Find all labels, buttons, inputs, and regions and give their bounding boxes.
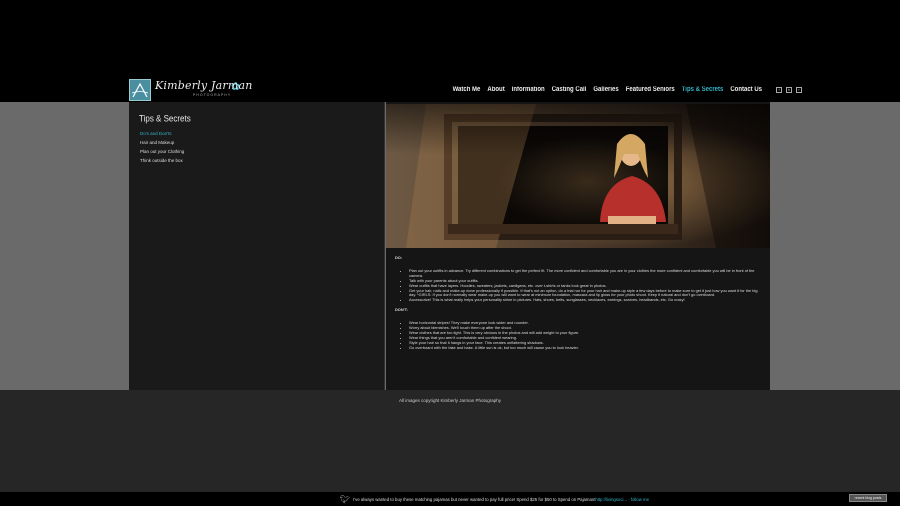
sidebar-title: Tips & Secrets xyxy=(139,113,191,124)
nav-galleries[interactable]: Galleries xyxy=(593,87,618,94)
sidebar-item-hair-makeup[interactable]: Hair and Makeup xyxy=(140,138,184,147)
nav-casting-call[interactable]: Casting Call xyxy=(552,87,587,94)
sidebar: Tips & Secrets Do's and Don'ts Hair and … xyxy=(129,102,385,390)
logo-subtitle: PHOTOGRAPHY xyxy=(193,93,232,97)
logo-mark-icon xyxy=(129,79,151,101)
sidebar-menu: Do's and Don'ts Hair and Makeup Plan out… xyxy=(140,129,184,165)
social-links: f b ▪ xyxy=(772,87,802,93)
share-icon[interactable]: ▪ xyxy=(796,87,802,93)
dont-heading: DON'T: xyxy=(395,307,408,313)
facebook-icon[interactable]: f xyxy=(776,87,782,93)
sidebar-item-think-outside[interactable]: Think outside the box xyxy=(140,156,184,165)
twitter-bird-icon: 🐦︎ xyxy=(340,495,351,504)
tips-text: DO: Plan out your outfits in advance. Tr… xyxy=(395,255,760,356)
copyright-text: All images copyright Kimberly Jarman Pho… xyxy=(398,398,502,403)
logo[interactable]: Kimberly Jarman PHOTOGRAPHY ✿ xyxy=(129,79,252,101)
nav-information[interactable]: Information xyxy=(512,87,545,94)
nav-watch-me[interactable]: Watch Me xyxy=(453,87,481,94)
logo-text: Kimberly Jarman PHOTOGRAPHY xyxy=(155,79,252,101)
tweet-text: I've always wanted to buy these matching… xyxy=(353,497,596,502)
nav-featured-seniors[interactable]: Featured Seniors xyxy=(626,87,675,94)
tweet-link[interactable]: http://livingsoci... · follow me xyxy=(595,497,649,502)
do-heading: DO: xyxy=(395,255,403,260)
main-content: DO: Plan out your outfits in advance. Tr… xyxy=(386,102,770,390)
blog-icon[interactable]: b xyxy=(786,87,792,93)
nav-contact-us[interactable]: Contact Us xyxy=(730,87,762,94)
list-item: Accessorize! This is what really helps y… xyxy=(409,297,760,303)
sidebar-item-clothing[interactable]: Plan out your Clothing xyxy=(140,147,184,156)
logo-script-name: Kimberly Jarman xyxy=(155,79,253,92)
footer xyxy=(0,390,900,492)
dont-list: Wear horizontal stripes! They make every… xyxy=(409,320,760,351)
recent-blog-posts-button[interactable]: recent blog posts xyxy=(849,494,887,502)
hero-photo xyxy=(386,104,770,248)
list-item: Go overboard with the fake and bake. A l… xyxy=(409,345,760,351)
nav-tips-secrets[interactable]: Tips & Secrets xyxy=(682,87,724,94)
sidebar-item-dos-donts[interactable]: Do's and Don'ts xyxy=(140,129,184,138)
nav-about[interactable]: About xyxy=(487,87,504,94)
do-list: Plan out your outfits in advance. Try di… xyxy=(409,268,760,303)
main-nav: Watch Me About Information Casting Call … xyxy=(446,85,802,95)
twitter-feed: 🐦︎ I've always wanted to buy these match… xyxy=(340,495,649,504)
